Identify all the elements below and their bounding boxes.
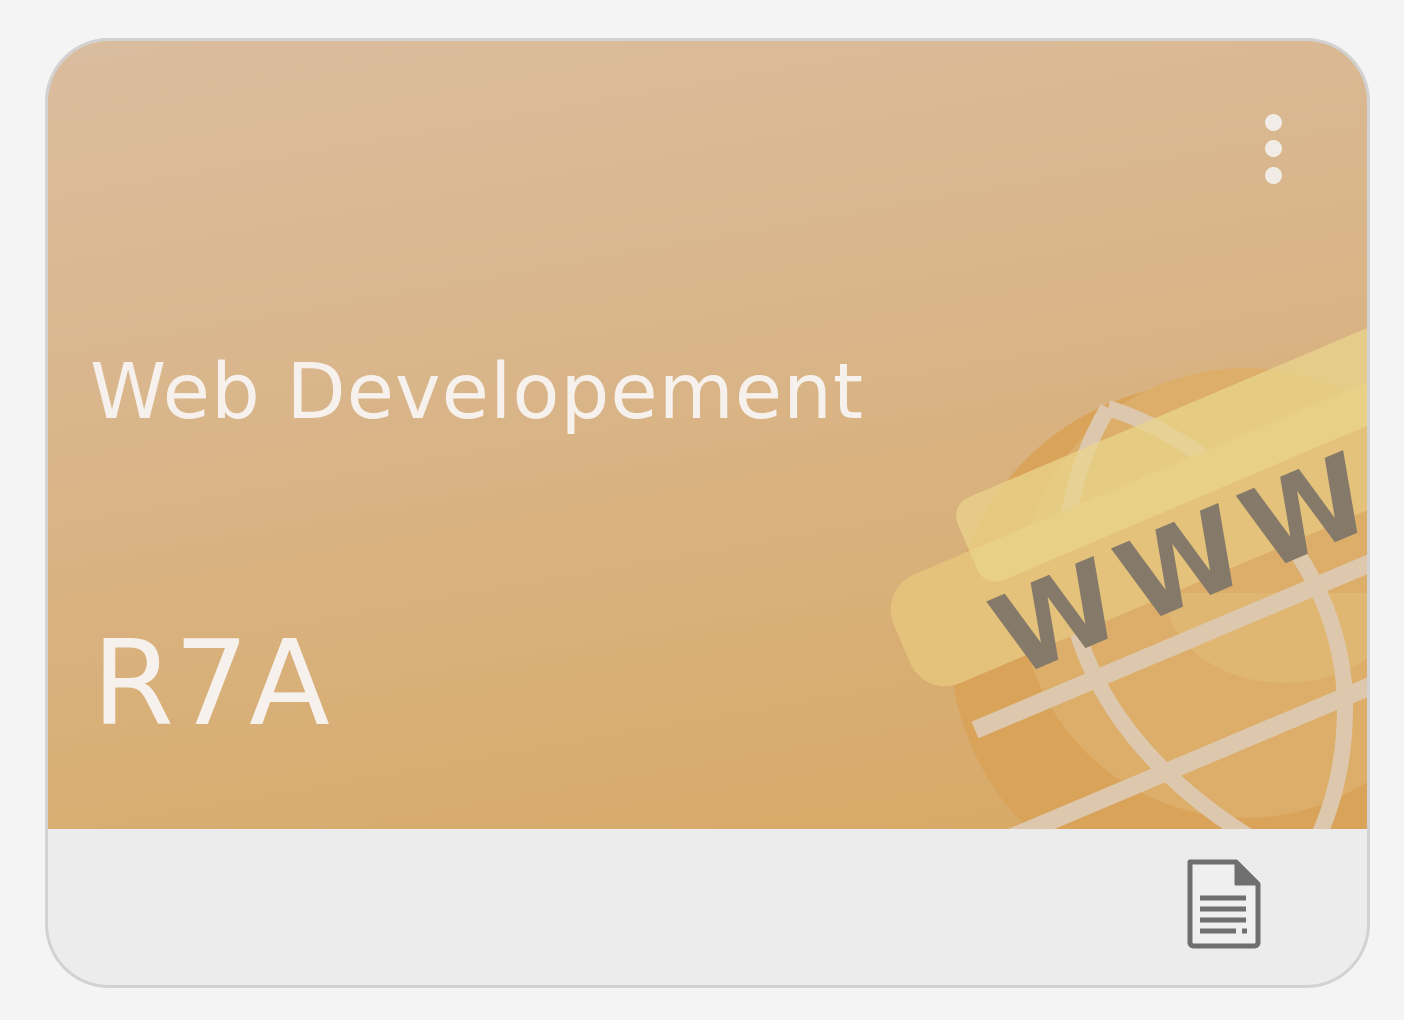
document-icon — [1187, 859, 1261, 949]
class-card[interactable]: WWW Web Developement R7A — [45, 38, 1370, 988]
menu-dot — [1265, 140, 1282, 157]
menu-dot — [1265, 114, 1282, 131]
course-section: R7A — [92, 614, 330, 752]
menu-dot — [1265, 167, 1282, 184]
globe-www-icon: WWW — [890, 292, 1370, 829]
more-vertical-icon[interactable] — [1251, 106, 1295, 190]
document-button[interactable] — [1184, 858, 1264, 950]
card-banner[interactable]: WWW Web Developement R7A — [45, 38, 1370, 829]
card-footer — [45, 829, 1370, 988]
course-title[interactable]: Web Developement — [90, 354, 864, 431]
